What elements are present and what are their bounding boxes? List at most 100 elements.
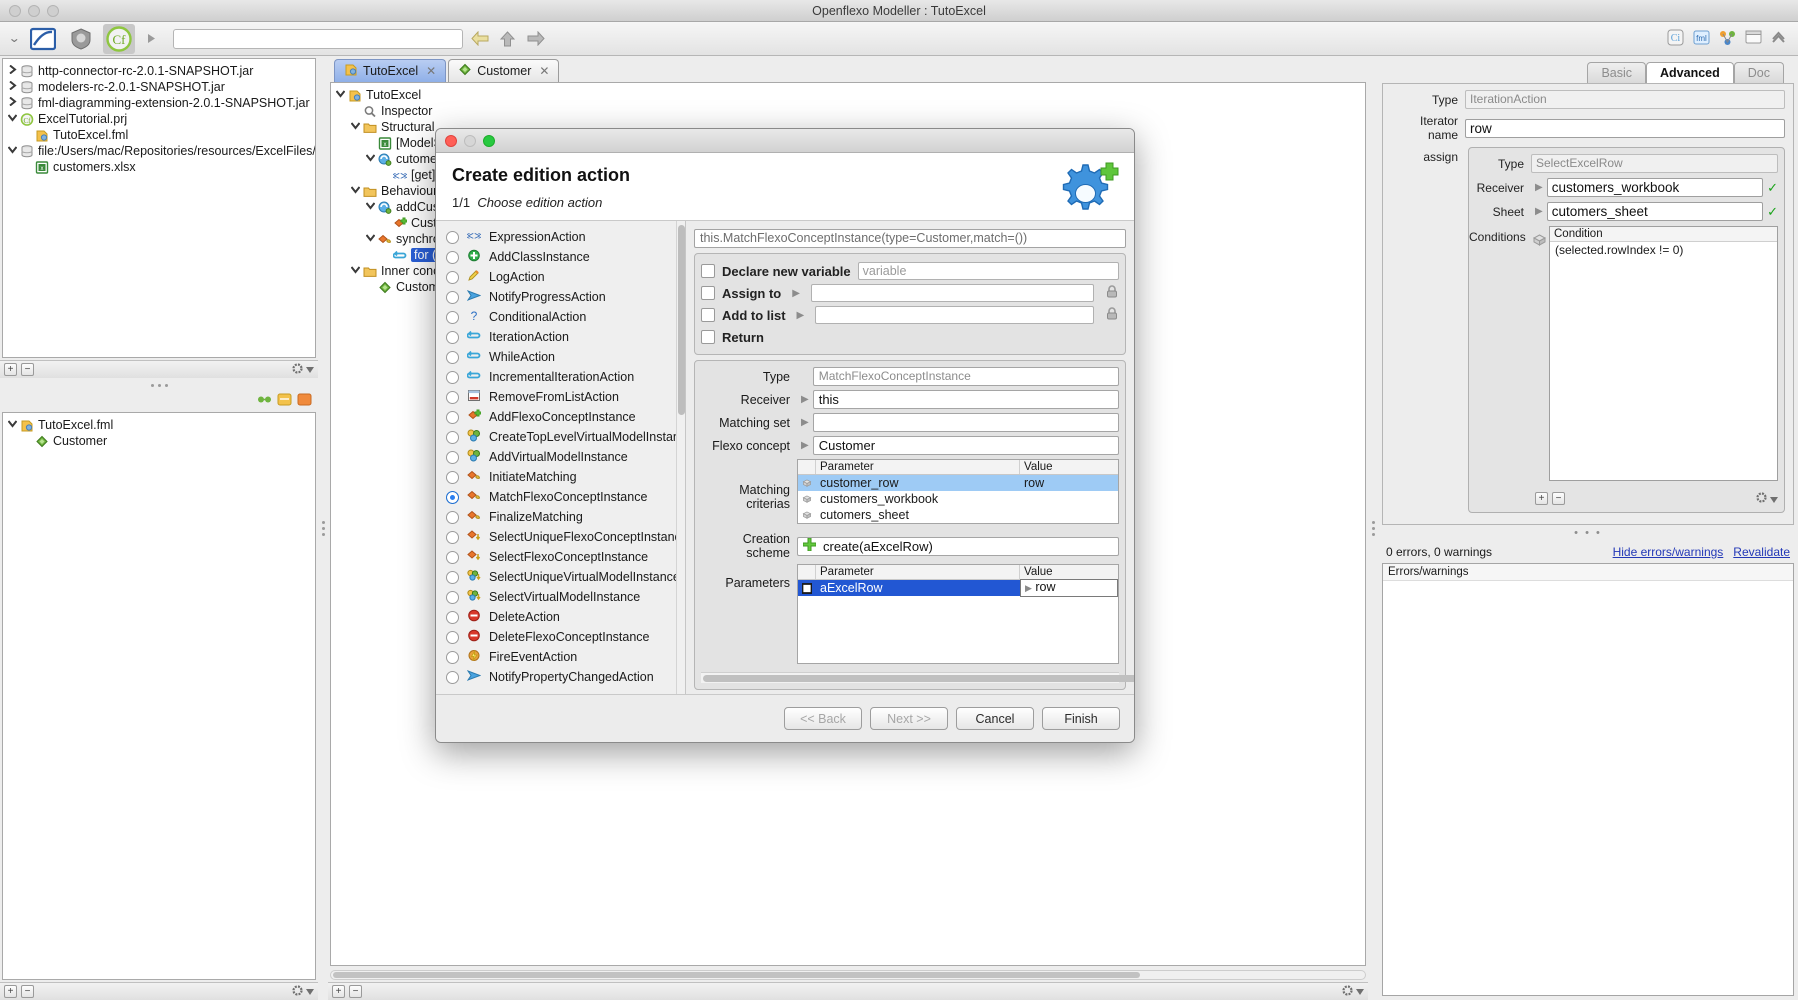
notify-icon xyxy=(466,669,482,685)
radio-button[interactable] xyxy=(446,650,459,664)
edition-action-label: RemoveFromListAction xyxy=(489,390,619,404)
dialog-close-button[interactable] xyxy=(445,134,457,147)
matching-criterias-table[interactable]: Parameter Value customer_row row custome… xyxy=(797,459,1119,524)
table-row[interactable]: cutomers_sheet xyxy=(798,507,1118,523)
edition-action-option[interactable]: SelectFlexoConceptInstance xyxy=(446,547,685,567)
radio-button[interactable] xyxy=(446,310,459,324)
edition-action-option[interactable]: DeleteAction xyxy=(446,607,685,627)
chevron-right-icon[interactable]: ▶ xyxy=(797,394,813,405)
edition-action-option[interactable]: NotifyProgressAction xyxy=(446,287,685,307)
radio-button[interactable] xyxy=(446,610,459,624)
radio-button[interactable] xyxy=(446,570,459,584)
action-field-value[interactable]: this xyxy=(812,390,1119,409)
dialog-button[interactable]: Cancel xyxy=(956,707,1034,730)
detail-horizontal-scrollbar[interactable] xyxy=(701,672,1134,683)
action-list-scrollbar[interactable] xyxy=(676,221,685,694)
table-row[interactable]: aExcelRow ▶ row xyxy=(798,579,1118,597)
parameters-table[interactable]: Parameter Value aExcelRow ▶ row xyxy=(797,564,1119,664)
radio-button[interactable] xyxy=(446,670,459,684)
action-option-input[interactable]: variable xyxy=(857,262,1119,280)
edition-action-option[interactable]: AddFlexoConceptInstance xyxy=(446,407,685,427)
edition-action-option[interactable]: MatchFlexoConceptInstance xyxy=(446,487,685,507)
action-field-value[interactable]: Customer xyxy=(812,436,1119,455)
chevron-right-icon[interactable]: ▶ xyxy=(797,417,813,428)
gear-plus-icon xyxy=(1054,159,1120,224)
radio-button[interactable] xyxy=(446,370,459,384)
edition-action-option[interactable]: IncrementalIterationAction xyxy=(446,367,685,387)
checkbox[interactable] xyxy=(701,308,715,322)
edition-action-option[interactable]: AddClassInstance xyxy=(446,247,685,267)
edition-action-option[interactable]: ≪≫ ExpressionAction xyxy=(446,227,685,247)
action-field-value[interactable] xyxy=(812,413,1119,432)
dialog-titlebar xyxy=(436,129,1134,153)
radio-button[interactable] xyxy=(446,530,459,544)
select-concept-icon xyxy=(467,529,481,545)
edition-action-label: WhileAction xyxy=(489,350,555,364)
dialog-footer[interactable]: << Back Next >> Cancel Finish xyxy=(436,694,1134,742)
dialog-header: Create edition action 1/1 Choose edition… xyxy=(436,153,1134,221)
edition-action-option[interactable]: FireEventAction xyxy=(446,647,685,667)
lock-icon[interactable] xyxy=(1105,307,1119,323)
edition-action-option[interactable]: CreateTopLevelVirtualModelInstance xyxy=(446,427,685,447)
edition-action-option[interactable]: FinalizeMatching xyxy=(446,507,685,527)
radio-button[interactable] xyxy=(446,230,459,244)
radio-button[interactable] xyxy=(446,270,459,284)
radio-button[interactable] xyxy=(446,430,459,444)
action-list-scroll-thumb[interactable] xyxy=(678,225,685,415)
expression-preview: this.MatchFlexoConceptInstance(type=Cust… xyxy=(694,229,1126,248)
chevron-right-icon[interactable]: ▶ xyxy=(793,310,809,321)
edition-action-option[interactable]: IterationAction xyxy=(446,327,685,347)
radio-button[interactable] xyxy=(446,470,459,484)
creation-scheme-value-wrap[interactable]: create(aExcelRow) xyxy=(797,536,1119,556)
table-row[interactable]: customer_row row xyxy=(798,475,1118,491)
radio-button[interactable] xyxy=(446,550,459,564)
edition-action-option[interactable]: WhileAction xyxy=(446,347,685,367)
action-option-label: Return xyxy=(722,329,764,345)
edition-action-label: SelectUniqueVirtualModelInstance xyxy=(489,570,680,584)
dialog-button[interactable]: Finish xyxy=(1042,707,1120,730)
edition-action-option[interactable]: RemoveFromListAction xyxy=(446,387,685,407)
parameters-rows[interactable]: aExcelRow ▶ row xyxy=(798,579,1118,597)
table-row[interactable]: customers_workbook xyxy=(798,491,1118,507)
edition-action-option[interactable]: SelectVirtualModelInstance xyxy=(446,587,685,607)
action-option-input[interactable] xyxy=(810,284,1094,302)
action-field-label: Matching set xyxy=(719,415,790,430)
dialog-zoom-button[interactable] xyxy=(483,134,495,147)
radio-button[interactable] xyxy=(446,290,459,304)
radio-button[interactable] xyxy=(446,390,459,404)
radio-button[interactable] xyxy=(446,510,459,524)
edition-action-list-panel: ≪≫ ExpressionAction AddClassInstance Log… xyxy=(436,221,686,694)
radio-button[interactable] xyxy=(446,350,459,364)
radio-button[interactable] xyxy=(446,490,459,504)
radio-button[interactable] xyxy=(446,330,459,344)
edition-action-option[interactable]: DeleteFlexoConceptInstance xyxy=(446,627,685,647)
edition-action-option[interactable]: InitiateMatching xyxy=(446,467,685,487)
edition-action-option[interactable]: NotifyPropertyChangedAction xyxy=(446,667,685,687)
edition-action-option[interactable]: ? ConditionalAction xyxy=(446,307,685,327)
dialog-minimize-button[interactable] xyxy=(464,134,476,147)
radio-button[interactable] xyxy=(446,250,459,264)
checkbox[interactable] xyxy=(701,286,715,300)
lock-icon[interactable] xyxy=(1105,285,1119,301)
row-value[interactable]: ▶ row xyxy=(1020,579,1118,597)
radio-button[interactable] xyxy=(446,630,459,644)
checkbox[interactable] xyxy=(701,264,715,278)
add-class-icon xyxy=(467,249,481,265)
edition-action-option[interactable]: LogAction xyxy=(446,267,685,287)
checkbox-dark-icon[interactable] xyxy=(798,582,816,594)
action-option-input[interactable] xyxy=(815,306,1094,324)
matching-criterias-rows[interactable]: customer_row row customers_workbook cuto… xyxy=(798,475,1118,523)
edition-action-option[interactable]: SelectUniqueVirtualModelInstance xyxy=(446,567,685,587)
radio-button[interactable] xyxy=(446,590,459,604)
row-value[interactable]: row xyxy=(1020,476,1118,491)
detail-scroll-thumb[interactable] xyxy=(703,675,1134,682)
checkbox[interactable] xyxy=(701,330,715,344)
radio-button[interactable] xyxy=(446,410,459,424)
edition-action-list[interactable]: ≪≫ ExpressionAction AddClassInstance Log… xyxy=(436,221,685,687)
chevron-right-icon[interactable]: ▶ xyxy=(788,288,804,299)
edition-action-option[interactable]: AddVirtualModelInstance xyxy=(446,447,685,467)
chevron-right-icon[interactable]: ▶ xyxy=(797,440,813,451)
edition-action-option[interactable]: SelectUniqueFlexoConceptInstance xyxy=(446,527,685,547)
radio-button[interactable] xyxy=(446,450,459,464)
cube-icon xyxy=(798,509,816,522)
